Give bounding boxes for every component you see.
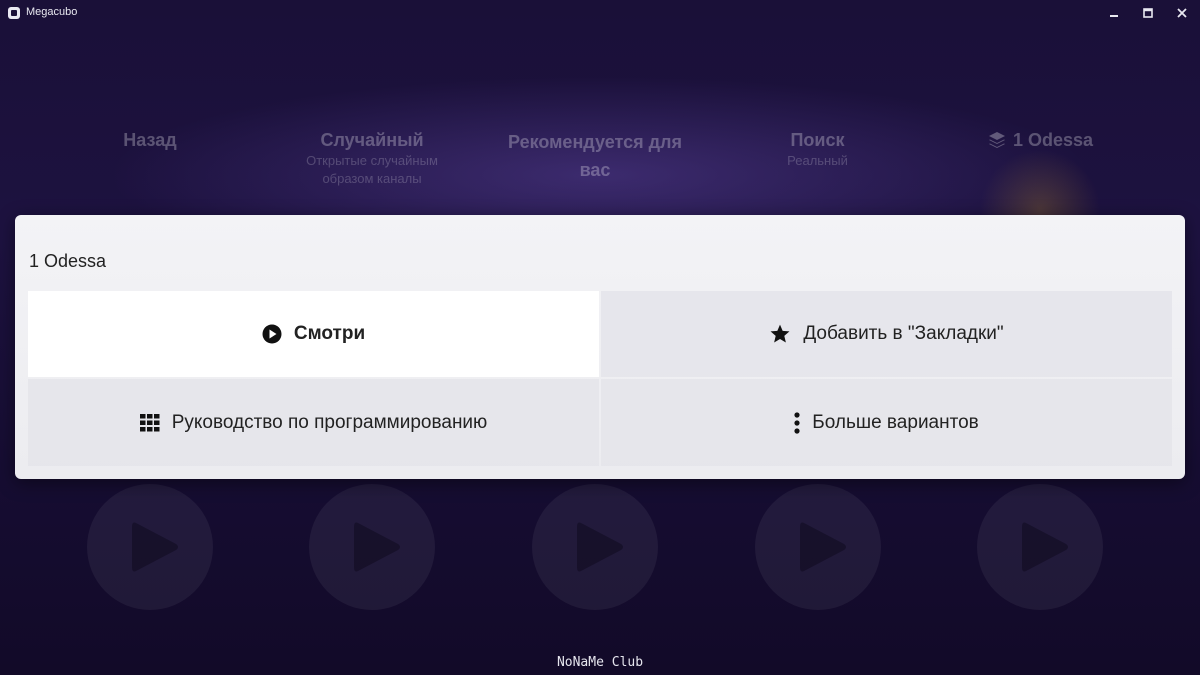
nav-search[interactable]: Поиск Реальный xyxy=(740,128,895,170)
more-vertical-icon xyxy=(794,411,800,434)
play-icon xyxy=(354,522,400,572)
more-options-label: Больше вариантов xyxy=(812,411,979,433)
add-bookmark-button[interactable]: Добавить в "Закладки" xyxy=(601,291,1172,377)
nav-recommended[interactable]: Рекомендуется для вас xyxy=(500,128,690,184)
channel-tile[interactable] xyxy=(755,484,881,610)
nav-recommended-label: Рекомендуется для вас xyxy=(508,132,682,180)
more-options-button[interactable]: Больше вариантов xyxy=(601,379,1172,466)
maximize-icon xyxy=(1143,8,1153,18)
channel-tile[interactable] xyxy=(532,484,658,610)
nav-random[interactable]: Случайный Открытые случайным образом кан… xyxy=(282,128,462,188)
nav-search-subtitle: Реальный xyxy=(787,153,848,168)
close-button[interactable] xyxy=(1166,2,1198,24)
play-circle-icon xyxy=(262,324,282,344)
nav-search-label: Поиск xyxy=(790,130,845,150)
play-icon xyxy=(800,522,846,572)
title-bar: Megacubo xyxy=(0,0,1200,26)
minimize-button[interactable] xyxy=(1098,2,1130,24)
add-bookmark-label: Добавить в "Закладки" xyxy=(803,323,1004,344)
nav-random-subtitle: Открытые случайным образом каналы xyxy=(306,153,438,186)
nav-back[interactable]: Назад xyxy=(70,128,230,152)
program-guide-label: Руководство по программированию xyxy=(171,411,488,433)
minimize-icon xyxy=(1110,15,1118,17)
program-guide-button[interactable]: Руководство по программированию xyxy=(28,379,599,466)
watermark: NoNaMe Club xyxy=(556,655,644,670)
window-title: Megacubo xyxy=(26,6,78,18)
play-icon xyxy=(577,522,623,572)
options-dialog: 1 Odessa Смотри Добавить в "Закладки" Ру… xyxy=(15,215,1185,479)
nav-list[interactable]: 1 Odessa xyxy=(950,128,1130,152)
nav-random-label: Случайный xyxy=(320,130,424,150)
play-icon xyxy=(132,522,178,572)
channel-tile[interactable] xyxy=(309,484,435,610)
nav-back-label: Назад xyxy=(123,130,177,150)
channel-tile[interactable] xyxy=(977,484,1103,610)
close-icon xyxy=(1177,8,1187,18)
grid-icon xyxy=(139,413,160,432)
nav-list-label: 1 Odessa xyxy=(1012,130,1094,150)
star-icon xyxy=(769,323,791,345)
dialog-title: 1 Odessa xyxy=(29,251,107,271)
channel-tile[interactable] xyxy=(87,484,213,610)
layers-icon xyxy=(988,132,1005,148)
maximize-button[interactable] xyxy=(1132,2,1164,24)
watch-button[interactable]: Смотри xyxy=(28,291,599,377)
watch-label: Смотри xyxy=(293,323,366,344)
play-icon xyxy=(1022,522,1068,572)
app-logo-icon xyxy=(8,7,20,19)
